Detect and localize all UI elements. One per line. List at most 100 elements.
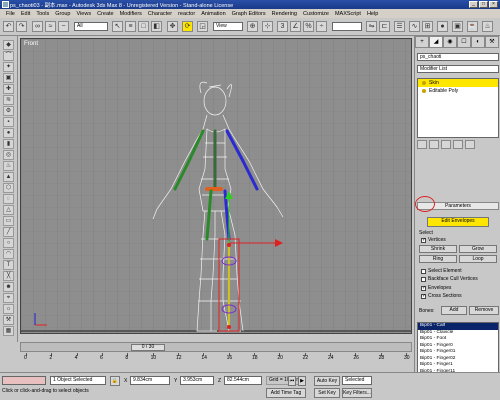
time-slider[interactable]: 0 / 30 [131, 344, 165, 351]
link-icon[interactable]: ∞ [32, 21, 43, 32]
grow-button[interactable]: Grow [459, 245, 497, 253]
key-mode-icon[interactable]: ⏮ [288, 376, 296, 386]
modifier-icon[interactable]: ⚒ [3, 315, 14, 325]
curve-editor-icon[interactable]: ∿ [409, 21, 420, 32]
light-icon[interactable]: ☼ [3, 304, 14, 314]
circle-icon[interactable]: ○ [3, 238, 14, 248]
make-unique-icon[interactable] [441, 140, 451, 149]
select-manipulate-icon[interactable]: ⊹ [262, 21, 273, 32]
named-selection-dropdown[interactable] [332, 22, 362, 31]
add-bone-button[interactable]: Add [441, 306, 467, 315]
menu-maxscript[interactable]: MAXScript [335, 11, 361, 17]
pyramid-icon[interactable]: △ [3, 205, 14, 215]
modify-tab[interactable]: ◢ [429, 36, 443, 48]
rect-selection-icon[interactable]: □ [138, 21, 149, 32]
configure-sets-icon[interactable] [465, 140, 475, 149]
schematic-view-icon[interactable]: ⊞ [422, 21, 433, 32]
shrink-button[interactable]: Shrink [419, 245, 457, 253]
torus-icon[interactable]: ◎ [3, 150, 14, 160]
viewport-label[interactable]: Front [24, 41, 38, 47]
geosphere-icon[interactable]: ⬡ [3, 183, 14, 193]
create-lights-icon[interactable]: ✦ [3, 62, 14, 72]
motion-tab[interactable]: ☐ [457, 36, 471, 48]
close-button[interactable]: × [489, 1, 498, 8]
cylinder-icon[interactable]: ▮ [3, 139, 14, 149]
maxscript-listener[interactable] [2, 376, 46, 385]
angle-snap-icon[interactable]: ∠ [290, 21, 301, 32]
front-viewport[interactable]: Front [20, 38, 412, 334]
track-bar[interactable]: 0 2 4 6 8 10 12 14 16 18 20 22 24 26 28 30 [20, 353, 412, 365]
time-slider-track[interactable]: 0 / 30 [20, 342, 412, 352]
set-key-button[interactable]: Set Key [314, 388, 340, 398]
lightbulb-icon[interactable] [422, 81, 426, 85]
selection-filter-dropdown[interactable]: All [74, 22, 108, 31]
menu-group[interactable]: Group [55, 11, 70, 17]
vertices-checkbox[interactable]: ✓ Vertices [421, 237, 446, 243]
menu-reactor[interactable]: reactor [178, 11, 195, 17]
teapot-icon[interactable]: ♨ [3, 161, 14, 171]
create-helpers-icon[interactable]: ✚ [3, 84, 14, 94]
z-coordinate[interactable]: 82.544cm [224, 376, 262, 385]
menu-views[interactable]: Views [77, 11, 92, 17]
window-crossing-icon[interactable]: ◧ [151, 21, 162, 32]
menu-file[interactable]: File [6, 11, 15, 17]
add-time-tag-button[interactable]: Add Time Tag [266, 388, 306, 398]
hierarchy-tab[interactable]: ◉ [443, 36, 457, 48]
create-tab[interactable]: + [415, 36, 429, 48]
quick-render-icon[interactable]: ☕ [467, 21, 478, 32]
redo-icon[interactable]: ↷ [16, 21, 27, 32]
render-setup-icon[interactable]: ▣ [452, 21, 463, 32]
key-selection-dropdown[interactable]: Selected [342, 376, 372, 385]
select-move-icon[interactable]: ✥ [167, 21, 178, 32]
edit-envelopes-button[interactable]: Edit Envelopes [427, 217, 489, 227]
bone-icon[interactable]: ╳ [3, 271, 14, 281]
undo-icon[interactable]: ↶ [3, 21, 14, 32]
create-geometry-icon[interactable]: ◆ [3, 40, 14, 50]
stack-item[interactable]: Skin [418, 79, 498, 87]
select-object-icon[interactable]: ↖ [112, 21, 123, 32]
menu-character[interactable]: Character [148, 11, 172, 17]
pin-stack-icon[interactable] [417, 140, 427, 149]
maximize-button[interactable]: □ [479, 1, 488, 8]
utilities-tab[interactable]: ⚒ [485, 36, 499, 48]
ring-button[interactable]: Ring [419, 255, 457, 263]
menu-edit[interactable]: Edit [21, 11, 30, 17]
select-scale-icon[interactable]: ◲ [197, 21, 208, 32]
auto-key-button[interactable]: Auto Key [314, 376, 340, 386]
unlink-icon[interactable]: ≈ [45, 21, 56, 32]
object-name-field[interactable]: ps_chaoti [417, 53, 499, 61]
text-icon[interactable]: T [3, 260, 14, 270]
ref-coord-dropdown[interactable]: View [213, 22, 243, 31]
layer-manager-icon[interactable]: ☰ [394, 21, 405, 32]
uvw-icon[interactable]: ▦ [3, 326, 14, 336]
systems-icon[interactable]: ⚙ [3, 106, 14, 116]
stack-item[interactable]: Editable Poly [418, 87, 498, 95]
bind-spacewarp-icon[interactable]: ~ [58, 21, 69, 32]
y-coordinate[interactable]: 3.953cm [180, 376, 214, 385]
menu-help[interactable]: Help [367, 11, 378, 17]
cross-sections-checkbox[interactable]: ✓ Cross Sections [421, 293, 462, 299]
lightbulb-icon[interactable] [422, 89, 426, 93]
select-rotate-icon[interactable]: ⟳ [182, 21, 193, 32]
minimize-button[interactable]: _ [469, 1, 478, 8]
menu-create[interactable]: Create [97, 11, 114, 17]
show-end-result-icon[interactable] [429, 140, 439, 149]
mirror-icon[interactable]: ⇋ [366, 21, 377, 32]
key-filters-button[interactable]: Key Filters... [342, 388, 372, 398]
app-icon[interactable] [2, 1, 9, 8]
spinner-snap-icon[interactable]: ÷ [316, 21, 327, 32]
line-icon[interactable]: ╱ [3, 227, 14, 237]
snaps-toggle-icon[interactable]: 3 [277, 21, 288, 32]
menu-modifiers[interactable]: Modifiers [120, 11, 142, 17]
camera-icon[interactable]: ⌖ [3, 293, 14, 303]
menu-tools[interactable]: Tools [36, 11, 49, 17]
modifier-list-dropdown[interactable]: Modifier List [417, 65, 499, 73]
display-tab[interactable]: ◐ [471, 36, 485, 48]
biped-icon[interactable]: ☻ [3, 282, 14, 292]
create-cameras-icon[interactable]: ▣ [3, 73, 14, 83]
tube-icon[interactable]: ◌ [3, 194, 14, 204]
lock-selection-icon[interactable]: 🔒 [110, 376, 120, 386]
envelopes-checkbox[interactable]: ✓ Envelopes [421, 285, 451, 291]
percent-snap-icon[interactable]: % [303, 21, 314, 32]
remove-bone-button[interactable]: Remove [469, 306, 499, 315]
